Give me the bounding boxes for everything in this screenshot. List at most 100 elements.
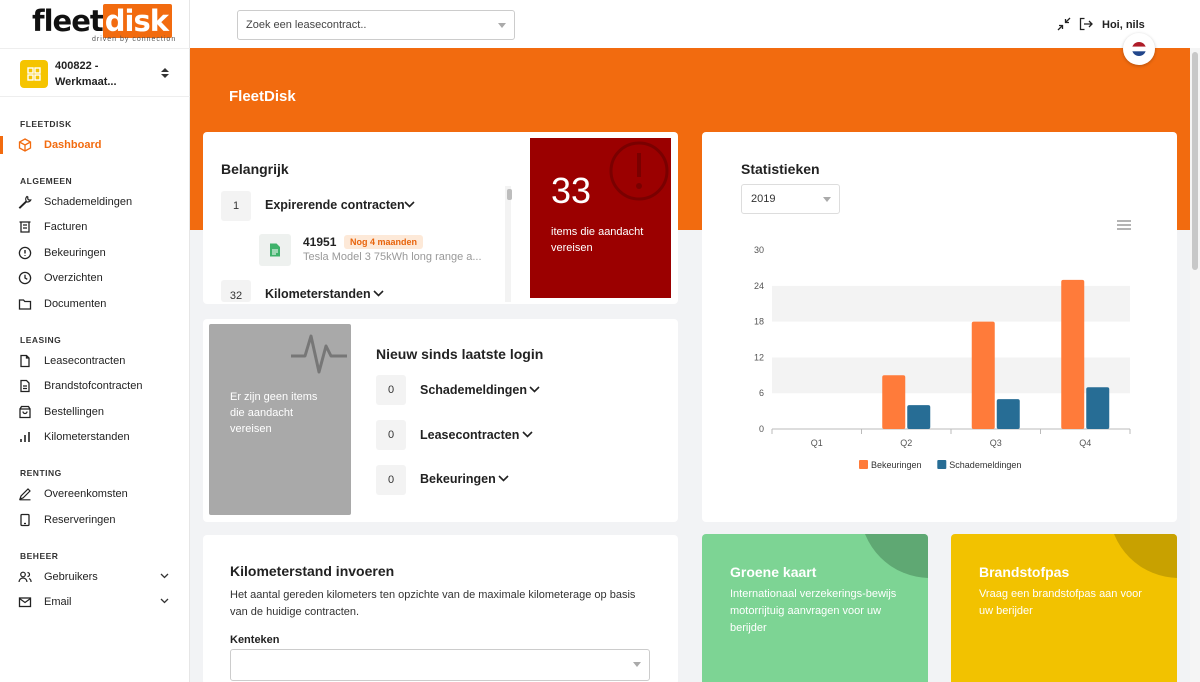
company-name: 400822 - Werkmaat... xyxy=(55,60,117,88)
bar-schademeldingen xyxy=(1086,387,1110,429)
contract-description: Tesla Model 3 75kWh long range a... xyxy=(303,251,482,263)
license-plate-label: Kenteken xyxy=(230,634,280,646)
sidebar-item-label: Gebruikers xyxy=(44,571,98,583)
fleetdisk-logo[interactable]: fleetdisk driven by connection xyxy=(32,4,175,44)
new-damage-count: 0 xyxy=(376,375,406,405)
sidebar-item-facturen[interactable]: Facturen xyxy=(0,217,190,237)
empty-state-tile: Er zijn geen items die aandacht vereisen xyxy=(209,324,351,515)
mileage-title: Kilometerstand invoeren xyxy=(230,563,395,579)
attention-tile[interactable]: 33 items die aandacht vereisen xyxy=(530,138,671,298)
chevron-down-icon[interactable] xyxy=(522,431,533,438)
year-value: 2019 xyxy=(751,193,776,205)
sidebar-item-schademeldingen[interactable]: Schademeldingen xyxy=(0,192,190,212)
sidebar-item-label: Brandstofcontracten xyxy=(44,380,143,392)
sidebar-item-leasecontracten[interactable]: Leasecontracten xyxy=(0,351,190,371)
due-badge: Nog 4 maanden xyxy=(344,235,424,249)
chart-menu-icon[interactable] xyxy=(1117,220,1131,230)
x-tick-label: Q3 xyxy=(990,438,1002,448)
sidebar-item-label: Facturen xyxy=(44,221,88,233)
legend-label: Bekeuringen xyxy=(871,460,922,470)
expiring-contracts-toggle[interactable]: Expirerende contracten xyxy=(265,198,405,212)
new-since-login-title: Nieuw sinds laatste login xyxy=(376,346,544,362)
legend-swatch xyxy=(859,460,868,469)
new-fines-toggle[interactable]: Bekeuringen xyxy=(420,472,496,486)
x-tick-label: Q2 xyxy=(900,438,912,448)
sidebar-item-label: Leasecontracten xyxy=(44,355,126,367)
sidebar-item-bestellingen[interactable]: Bestellingen xyxy=(0,402,190,422)
statistics-title: Statistieken xyxy=(741,161,820,177)
bar-schademeldingen xyxy=(907,405,931,429)
new-damage-toggle[interactable]: Schademeldingen xyxy=(420,383,527,397)
mileage-toggle[interactable]: Kilometerstanden xyxy=(265,287,371,301)
fuel-card-text: Vraag een brandstofpas aan voor uw berij… xyxy=(979,588,1142,617)
bar-schademeldingen xyxy=(996,399,1020,429)
important-scrollbar[interactable] xyxy=(505,186,511,302)
mail-icon xyxy=(18,597,32,608)
pen-icon xyxy=(19,488,31,501)
language-switcher[interactable] xyxy=(1123,33,1155,65)
caret-down-icon xyxy=(633,662,641,667)
year-select[interactable]: 2019 xyxy=(741,184,840,214)
sidebar-item-dashboard[interactable]: Dashboard xyxy=(0,135,190,155)
invoice-icon xyxy=(19,221,31,233)
legend-label: Schademeldingen xyxy=(949,460,1021,470)
sidebar-item-brandstofcontracten[interactable]: Brandstofcontracten xyxy=(0,376,190,396)
green-card-title: Groene kaart xyxy=(730,564,817,580)
exclamation-circle-icon xyxy=(609,141,669,201)
sidebar-item-documenten[interactable]: Documenten xyxy=(0,294,190,314)
chevron-down-icon[interactable] xyxy=(498,475,509,482)
decorative-circle xyxy=(1109,534,1177,578)
fuel-card-title: Brandstofpas xyxy=(979,564,1070,580)
nav-section-leasing: LEASING xyxy=(20,335,62,345)
chevron-down-icon[interactable] xyxy=(404,201,415,208)
clock-icon xyxy=(18,271,32,285)
new-lease-count: 0 xyxy=(376,420,406,450)
wrench-icon xyxy=(18,195,32,209)
file-icon xyxy=(20,354,30,368)
sidebar-item-label: Bekeuringen xyxy=(44,247,106,259)
sidebar-item-overzichten[interactable]: Overzichten xyxy=(0,268,190,288)
sidebar-item-label: Overzichten xyxy=(44,272,103,284)
page-scrollbar-thumb[interactable] xyxy=(1192,52,1198,270)
important-scrollbar-thumb[interactable] xyxy=(507,189,512,200)
decorative-circle xyxy=(860,534,928,578)
collapse-icon[interactable] xyxy=(1057,17,1071,31)
tablet-icon xyxy=(20,513,30,527)
expiring-count: 1 xyxy=(221,191,251,221)
new-lease-toggle[interactable]: Leasecontracten xyxy=(420,428,519,442)
page-title: FleetDisk xyxy=(229,88,296,105)
license-plate-select[interactable] xyxy=(230,649,650,681)
y-tick-label: 6 xyxy=(759,388,764,398)
important-title: Belangrijk xyxy=(221,161,289,177)
sidebar-item-label: Kilometerstanden xyxy=(44,431,130,443)
chevron-down-icon xyxy=(160,573,169,579)
y-tick-label: 12 xyxy=(754,352,764,362)
sidebar-item-reserveringen[interactable]: Reserveringen xyxy=(0,510,190,530)
chevron-down-icon[interactable] xyxy=(529,386,540,393)
logo-wordmark: fleetdisk xyxy=(32,4,173,38)
chevron-down-icon[interactable] xyxy=(373,290,384,297)
sidebar-item-overeenkomsten[interactable]: Overeenkomsten xyxy=(0,484,190,504)
sidebar-item-kilometerstanden[interactable]: Kilometerstanden xyxy=(0,427,190,447)
pulse-icon xyxy=(291,334,347,374)
contract-number[interactable]: 41951 xyxy=(303,235,336,249)
search-input[interactable]: Zoek een leasecontract.. xyxy=(237,10,515,40)
sidebar-item-email[interactable]: Email xyxy=(0,592,190,612)
bar-bekeuringen xyxy=(1061,279,1085,429)
green-card-tile[interactable]: Groene kaart Internationaal verzekerings… xyxy=(702,534,928,682)
bar-bekeuringen xyxy=(971,321,995,429)
attention-text: items die aandacht vereisen xyxy=(551,226,644,254)
statistics-chart: 0 6 12 18 24 30 Q1 Q2 Q3 Q4 Bekeuringen Schademeldi… xyxy=(754,245,1131,470)
user-greeting[interactable]: Hoi, nils xyxy=(1102,19,1145,31)
new-fines-count: 0 xyxy=(376,465,406,495)
dutch-flag-icon xyxy=(1132,42,1146,56)
fuel-card-tile[interactable]: Brandstofpas Vraag een brandstofpas aan … xyxy=(951,534,1177,682)
logout-icon[interactable] xyxy=(1079,17,1093,31)
bar-bekeuringen xyxy=(882,375,906,429)
sidebar-item-label: Documenten xyxy=(44,298,107,310)
company-switcher[interactable]: 400822 - Werkmaat... xyxy=(0,48,190,97)
caret-down-icon xyxy=(498,23,506,28)
sidebar-item-bekeuringen[interactable]: Bekeuringen xyxy=(0,243,190,263)
shopping-bag-icon xyxy=(19,405,31,419)
sidebar-item-gebruikers[interactable]: Gebruikers xyxy=(0,567,190,587)
